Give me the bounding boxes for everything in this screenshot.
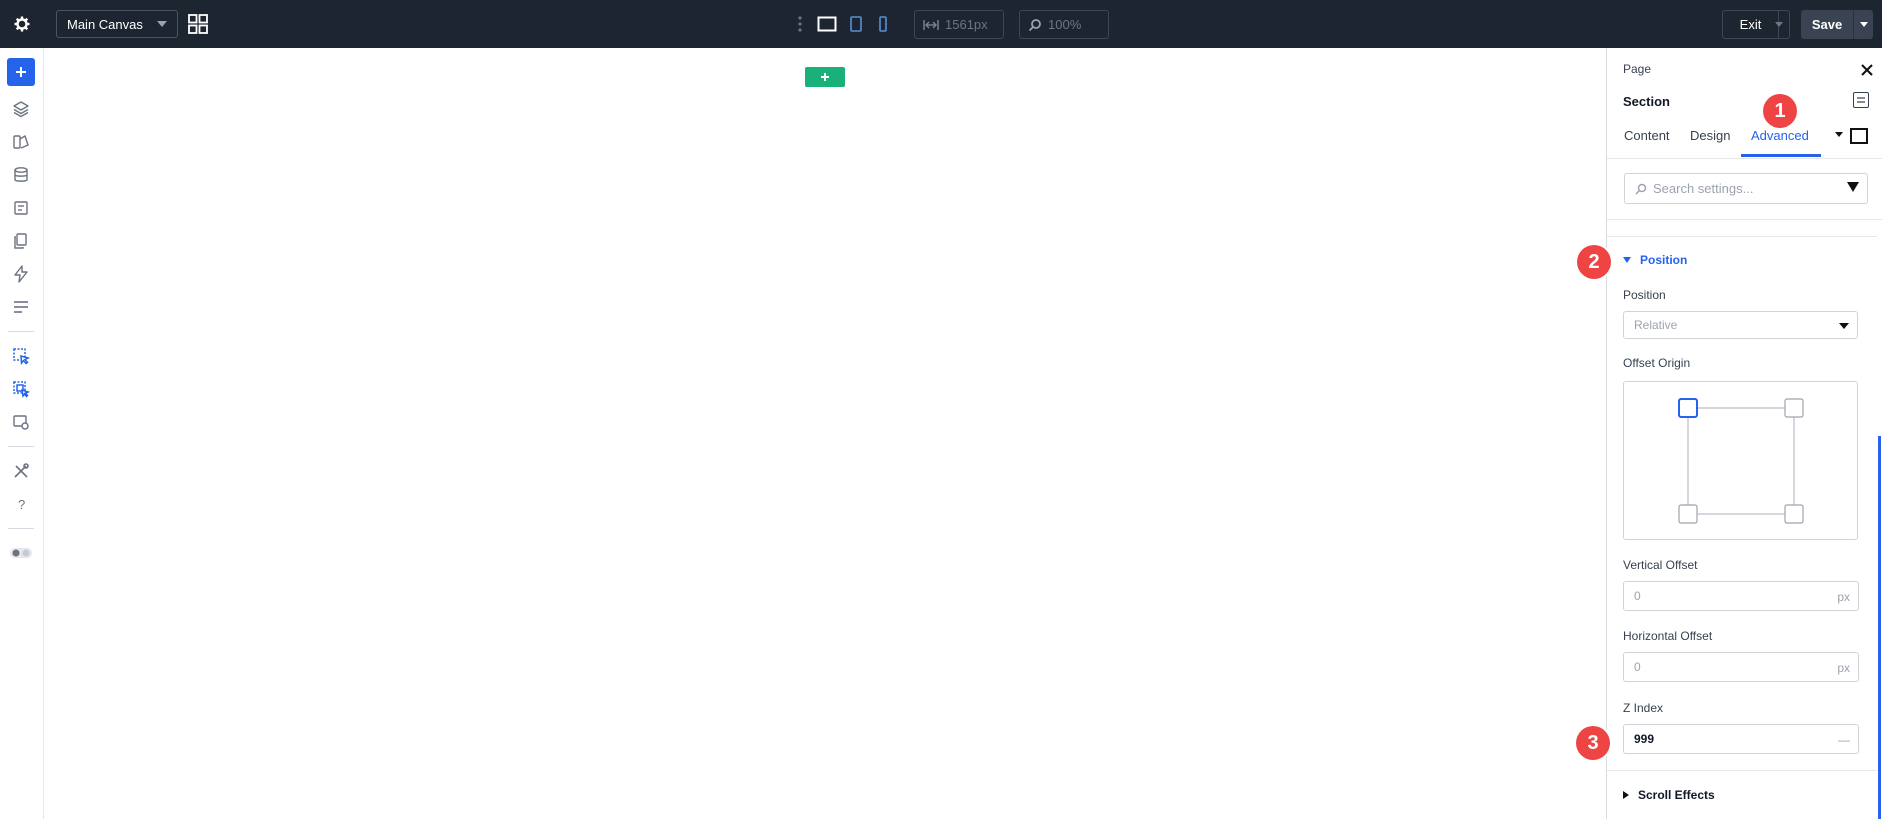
origin-top-left[interactable] (1678, 398, 1698, 418)
sliders-icon[interactable] (7, 293, 35, 321)
plus-icon (16, 67, 26, 77)
desktop-view-icon[interactable] (815, 12, 839, 36)
horizontal-offset-input[interactable]: 0 px (1623, 652, 1859, 682)
vertical-offset-label: Vertical Offset (1623, 558, 1698, 572)
chevron-down-icon[interactable] (1835, 132, 1843, 137)
divider (8, 446, 34, 447)
step-badge-1: 1 (1763, 94, 1797, 128)
canvas-select-value: Main Canvas (67, 16, 143, 32)
step-badge-3: 3 (1576, 726, 1610, 760)
zoom-field[interactable]: 100% (1019, 10, 1109, 39)
z-index-value: 999 (1634, 732, 1655, 746)
caret-right-icon (1623, 791, 1629, 799)
theme-builder-icon[interactable] (7, 128, 35, 156)
z-index-input[interactable]: 999 — (1623, 724, 1859, 754)
help-icon[interactable]: ? (7, 490, 35, 518)
breadcrumb[interactable]: Page (1623, 62, 1651, 76)
tab-content[interactable]: Content (1624, 128, 1670, 143)
offset-origin-label: Offset Origin (1623, 356, 1691, 370)
divider (1607, 158, 1882, 159)
tab-advanced[interactable]: Advanced (1751, 128, 1809, 143)
chevron-down-icon (1839, 323, 1849, 329)
panel-title: Section (1623, 94, 1670, 109)
mobile-view-icon[interactable] (871, 12, 895, 36)
origin-bottom-left[interactable] (1678, 504, 1698, 524)
origin-bottom-right[interactable] (1784, 504, 1804, 524)
settings-panel: Page Section Content Design Advanced Pos… (1606, 48, 1882, 819)
database-icon[interactable] (7, 161, 35, 189)
responsive-settings-icon[interactable] (7, 408, 35, 436)
search-icon (1635, 183, 1647, 195)
settings-gear-icon[interactable] (10, 12, 34, 36)
divider (8, 331, 34, 332)
tablet-view-icon[interactable] (844, 12, 868, 36)
search-input[interactable] (1653, 181, 1833, 196)
top-toolbar: Main Canvas 1561px 100% Exit Save (0, 0, 1882, 48)
origin-frame (1687, 407, 1795, 515)
tab-design[interactable]: Design (1690, 128, 1730, 143)
plus-icon (821, 73, 829, 81)
horizontal-offset-label: Horizontal Offset (1623, 629, 1713, 643)
chevron-down-icon (157, 21, 167, 27)
chevron-down-icon (1775, 22, 1783, 27)
horizontal-offset-value: 0 (1634, 660, 1641, 674)
close-icon[interactable] (1859, 62, 1875, 78)
filter-icon[interactable] (1847, 182, 1859, 192)
exit-options-button[interactable] (1769, 10, 1790, 39)
dark-mode-toggle-icon[interactable] (7, 539, 35, 567)
save-options-button[interactable] (1853, 10, 1873, 39)
canvas-width-field[interactable]: 1561px (914, 10, 1004, 39)
panel-scrollbar[interactable] (1878, 436, 1881, 819)
save-button[interactable]: Save (1801, 10, 1853, 39)
lightning-icon[interactable] (7, 260, 35, 288)
position-label: Position (1623, 288, 1666, 302)
page-settings-icon[interactable] (7, 194, 35, 222)
svg-text:?: ? (18, 497, 25, 512)
offset-origin-picker (1623, 381, 1858, 540)
caret-down-icon (1623, 257, 1631, 263)
pages-icon[interactable] (7, 227, 35, 255)
divider (1607, 236, 1877, 237)
z-index-label: Z Index (1623, 701, 1664, 715)
select-multiple-icon[interactable] (7, 375, 35, 403)
left-sidebar: ? (0, 48, 44, 819)
position-section-heading: Position (1640, 253, 1688, 267)
step-badge-2: 2 (1577, 245, 1611, 279)
layout-toggle-icon[interactable] (1853, 92, 1869, 108)
grid-layout-icon[interactable] (187, 13, 209, 35)
box-model-icon[interactable] (1850, 128, 1868, 144)
more-vertical-icon[interactable] (796, 14, 804, 34)
add-element-button[interactable] (7, 58, 35, 86)
position-section-toggle[interactable]: Position (1623, 253, 1687, 267)
z-index-unit[interactable]: — (1838, 733, 1850, 747)
position-select-value: Relative (1634, 318, 1678, 332)
search-settings-field[interactable] (1624, 173, 1868, 204)
divider (1607, 219, 1882, 220)
vertical-offset-input[interactable]: 0 px (1623, 581, 1859, 611)
active-tab-indicator (1741, 154, 1821, 157)
canvas-select[interactable]: Main Canvas (56, 10, 178, 38)
zoom-value: 100% (1048, 17, 1082, 32)
select-element-icon[interactable] (7, 342, 35, 370)
layers-icon[interactable] (7, 95, 35, 123)
vertical-offset-value: 0 (1634, 589, 1641, 603)
tools-icon[interactable] (7, 457, 35, 485)
width-arrows-icon (923, 19, 939, 30)
main-canvas[interactable] (45, 48, 1606, 819)
scroll-effects-section-toggle[interactable]: Scroll Effects (1623, 788, 1715, 802)
horizontal-offset-unit[interactable]: px (1837, 661, 1850, 675)
position-select[interactable]: Relative (1623, 311, 1858, 339)
chevron-down-icon (1859, 22, 1868, 27)
divider (1607, 770, 1877, 771)
zoom-search-icon (1028, 18, 1041, 31)
add-section-button[interactable] (805, 67, 845, 87)
divider (8, 528, 34, 529)
origin-top-right[interactable] (1784, 398, 1804, 418)
canvas-width-value: 1561px (945, 17, 988, 32)
scroll-effects-heading: Scroll Effects (1638, 788, 1715, 802)
vertical-offset-unit[interactable]: px (1837, 590, 1850, 604)
